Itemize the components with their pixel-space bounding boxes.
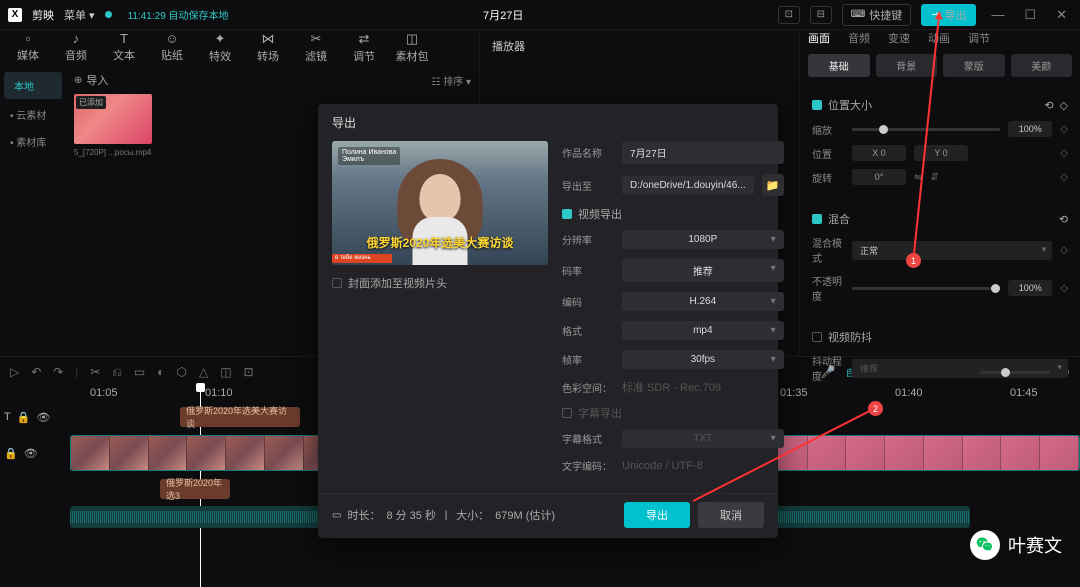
stabilize-checkbox[interactable]: [812, 332, 822, 342]
layout-button-1[interactable]: ⊡: [778, 6, 800, 24]
sidenav-item[interactable]: • 素材库: [0, 128, 66, 155]
thumb-filename: 5_[720P] ...росы.mp4: [74, 148, 152, 157]
lock-icon[interactable]: 🔒: [4, 447, 18, 460]
wechat-icon: [970, 530, 1000, 560]
zoom-slider[interactable]: [980, 371, 1050, 374]
mic-icon[interactable]: 🎤: [821, 365, 836, 379]
export-preview: Полина Иванова Эмилъ 俄罗斯2020年选美大赛访谈 в те…: [332, 141, 548, 265]
lock-icon[interactable]: 🔒: [17, 411, 31, 424]
menu-button[interactable]: 菜单 ▾: [64, 7, 95, 23]
fps-select[interactable]: 30fps: [622, 350, 784, 369]
resolution-select[interactable]: 1080P: [622, 230, 784, 249]
app-name: 剪映: [32, 7, 54, 23]
top-tab-素材包[interactable]: ◫素材包: [388, 30, 436, 64]
export-stats: ▭ 时长：8 分 35 秒 | 大小：679M (估计): [332, 507, 616, 523]
inspector-panel: 画面音频变速动画调节 基础背景蒙版美颜 位置大小⟲ ◇ 缩放100%◇ 位置X …: [800, 30, 1080, 356]
format-select[interactable]: mp4: [622, 321, 784, 340]
pointer-tool[interactable]: ▷: [10, 365, 19, 379]
video-export-checkbox[interactable]: [562, 209, 572, 219]
app-logo: X: [8, 8, 22, 22]
bitrate-select[interactable]: 推荐: [622, 259, 784, 282]
sidenav-item[interactable]: • 云素材: [0, 101, 66, 128]
blend-mode-select[interactable]: 正常: [852, 241, 1052, 260]
pos-x-input[interactable]: X 0: [852, 145, 906, 161]
top-tab-音频[interactable]: ♪音频: [52, 30, 100, 64]
project-title: 7月27日: [229, 7, 778, 23]
inspector-subtab[interactable]: 美颜: [1011, 54, 1073, 77]
opacity-value[interactable]: 100%: [1008, 280, 1052, 296]
titlebar: X 剪映 菜单 ▾ 11:41:29 自动保存本地 7月27日 ⊡ ⊟ ⌨ 快捷…: [0, 0, 1080, 30]
export-button[interactable]: ⇥ 导出: [921, 4, 976, 26]
codec-select[interactable]: H.264: [622, 292, 784, 311]
text-clip-2[interactable]: 俄罗斯2020年选3: [160, 479, 230, 499]
eye-icon[interactable]: 👁: [36, 411, 50, 424]
dialog-title: 导出: [318, 104, 778, 141]
pos-size-checkbox[interactable]: [812, 100, 822, 110]
top-tab-strip: ▫媒体♪音频T文本☺贴纸✦特效⋈转场✂滤镜⇄调节◫素材包: [0, 30, 479, 64]
export-path-input[interactable]: D:/oneDrive/1.douyin/46...: [622, 176, 754, 195]
layout-button-2[interactable]: ⊟: [810, 6, 832, 24]
watermark: 叶赛文: [970, 530, 1062, 560]
eye-icon[interactable]: 👁: [24, 447, 38, 460]
export-dialog: 导出 Полина Иванова Эмилъ 俄罗斯2020年选美大赛访谈 в…: [318, 104, 778, 538]
inspector-subtab[interactable]: 基础: [808, 54, 870, 77]
top-tab-转场[interactable]: ⋈转场: [244, 30, 292, 64]
inspector-tab[interactable]: 动画: [928, 30, 950, 46]
player-title: 播放器: [480, 30, 799, 64]
annotation-dot-1: 1: [906, 253, 921, 268]
cover-checkbox[interactable]: [332, 278, 342, 288]
top-tab-媒体[interactable]: ▫媒体: [4, 30, 52, 64]
media-sidenav: 本地• 云素材• 素材库: [0, 64, 66, 356]
autosave-dot: [105, 11, 112, 18]
rotation-input[interactable]: 0°: [852, 169, 906, 185]
top-tab-特效[interactable]: ✦特效: [196, 30, 244, 64]
text-clip-1[interactable]: 俄罗斯2020年选美大赛访谈: [180, 407, 300, 427]
sidenav-item[interactable]: 本地: [4, 72, 62, 99]
inspector-tab[interactable]: 音频: [848, 30, 870, 46]
flip-v-icon[interactable]: ⇵: [930, 172, 938, 183]
export-cancel-button[interactable]: 取消: [698, 502, 764, 528]
top-tab-调节[interactable]: ⇄调节: [340, 30, 388, 64]
browse-folder-button[interactable]: 📁: [762, 174, 784, 196]
sort-button[interactable]: ☷ 排序 ▾: [431, 73, 471, 88]
inspector-subtab[interactable]: 背景: [876, 54, 938, 77]
inspector-tabs: 画面 音频 变速 动画 调节: [800, 30, 1080, 46]
inspector-subtab[interactable]: 蒙版: [943, 54, 1005, 77]
inspector-tab[interactable]: 画面: [808, 30, 830, 46]
maximize-button[interactable]: ☐: [1019, 7, 1041, 23]
export-confirm-button[interactable]: 导出: [624, 502, 690, 528]
close-button[interactable]: ✕: [1051, 7, 1072, 23]
project-name-input[interactable]: 7月27日: [622, 141, 784, 164]
scale-value[interactable]: 100%: [1008, 121, 1052, 137]
split-tool[interactable]: ✂: [90, 365, 100, 379]
subtitle-export-checkbox[interactable]: [562, 408, 572, 418]
inspector-tab[interactable]: 调节: [968, 30, 990, 46]
undo-icon[interactable]: ↶: [31, 365, 41, 379]
media-thumbnail[interactable]: 已添加 5_[720P] ...росы.mp4: [74, 94, 152, 157]
keyframe-icon[interactable]: ◇: [1060, 99, 1068, 112]
thumb-badge: 已添加: [76, 96, 106, 109]
top-tab-滤镜[interactable]: ✂滤镜: [292, 30, 340, 64]
inspector-tab[interactable]: 变速: [888, 30, 910, 46]
top-tab-贴纸[interactable]: ☺贴纸: [148, 30, 196, 64]
autosave-status: 11:41:29 自动保存本地: [128, 7, 229, 22]
import-button[interactable]: ⊕ 导入: [74, 72, 108, 88]
annotation-dot-2: 2: [868, 401, 883, 416]
reset-icon[interactable]: ⟲: [1044, 99, 1053, 112]
minimize-button[interactable]: —: [986, 7, 1009, 22]
top-tab-文本[interactable]: T文本: [100, 30, 148, 64]
blend-checkbox[interactable]: [812, 214, 822, 224]
shortcut-button[interactable]: ⌨ 快捷键: [842, 4, 911, 26]
redo-icon[interactable]: ↷: [53, 365, 63, 379]
opacity-slider[interactable]: [852, 287, 1000, 290]
